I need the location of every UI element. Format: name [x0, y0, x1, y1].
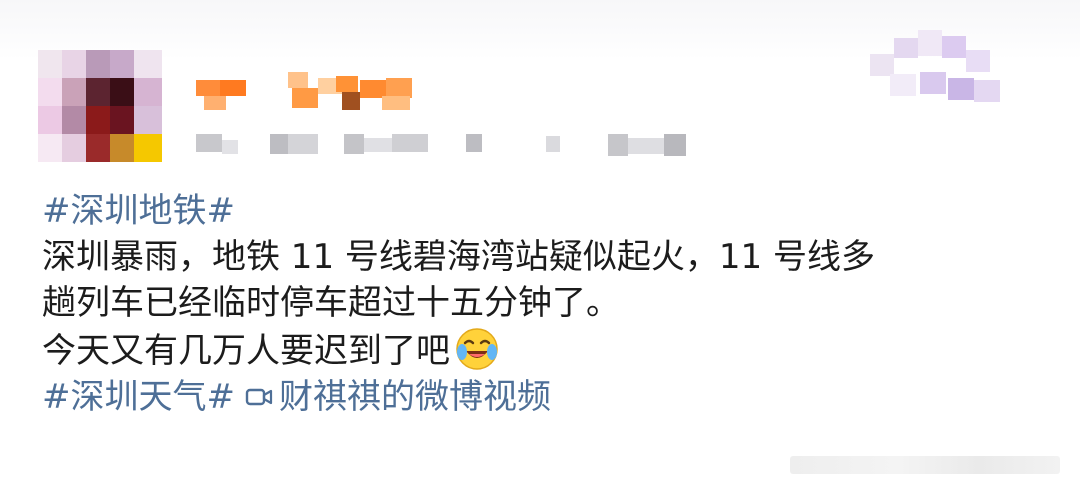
- hashtag-shenzhen-weather[interactable]: #深圳天气#: [42, 377, 235, 417]
- post-text-line-1: 深圳暴雨，地铁 11 号线碧海湾站疑似起火，11 号线多: [42, 237, 875, 277]
- laughing-crying-emoji-icon: [456, 328, 498, 370]
- video-link[interactable]: 财祺祺的微博视频: [279, 377, 551, 417]
- avatar[interactable]: [38, 50, 162, 162]
- username[interactable]: [196, 72, 416, 112]
- blurred-footer: [790, 456, 1060, 474]
- hashtag-shenzhen-metro[interactable]: #深圳地铁#: [42, 191, 235, 231]
- weibo-post-card: #深圳地铁# 深圳暴雨，地铁 11 号线碧海湾站疑似起火，11 号线多 趟列车已…: [0, 0, 1080, 496]
- post-text-line-3: 今天又有几万人要迟到了吧: [42, 331, 450, 371]
- video-icon: [245, 388, 273, 406]
- follow-button[interactable]: [870, 30, 1010, 110]
- post-text-line-2: 趟列车已经临时停车超过十五分钟了。: [42, 283, 620, 323]
- post-body: #深圳地铁# 深圳暴雨，地铁 11 号线碧海湾站疑似起火，11 号线多 趟列车已…: [42, 188, 1052, 420]
- post-meta: [196, 130, 696, 160]
